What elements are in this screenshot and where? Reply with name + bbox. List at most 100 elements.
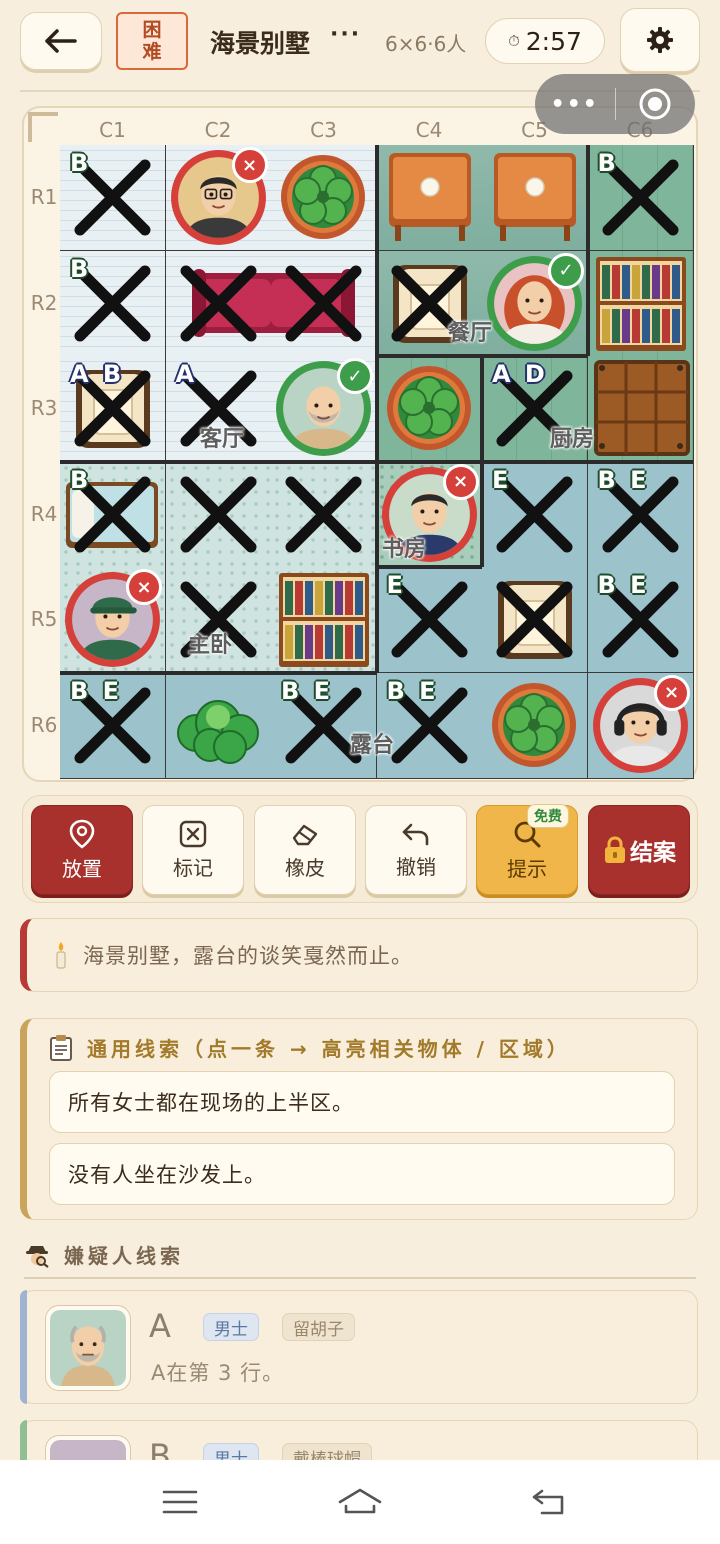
cross-mark — [180, 476, 256, 552]
wrong-mark-icon: × — [126, 569, 162, 605]
grid-cell-r1c1[interactable]: B — [60, 145, 165, 250]
grid-cell-r5c6[interactable]: B E — [587, 567, 693, 672]
solve-label: 结案 — [630, 840, 676, 866]
column-label: C3 — [310, 118, 337, 142]
suspect-clues-header: 嫌疑人线索 — [24, 1240, 184, 1269]
chair-object — [498, 581, 572, 659]
row-label: R2 — [30, 290, 58, 315]
more-dots: ··· — [330, 22, 362, 47]
hint-button[interactable]: 免费 提示 — [476, 804, 578, 895]
grid-cell-r1c5[interactable] — [482, 145, 587, 250]
place-label: 放置 — [62, 856, 102, 881]
grid-cell-r5c4[interactable]: E — [376, 567, 482, 672]
grid-cell-r3c6[interactable] — [587, 356, 693, 461]
grid-cell-r6c1[interactable]: B E — [60, 672, 165, 778]
record-circle-icon[interactable] — [616, 87, 696, 121]
room-label: 书房 — [382, 537, 427, 562]
avatar — [45, 1305, 131, 1391]
narration-text: 海景别墅，露台的谈笑戛然而止。 — [83, 944, 413, 968]
general-clue-item[interactable]: 所有女士都在现场的上半区。 — [49, 1071, 675, 1133]
bookshelf-object — [279, 573, 369, 667]
difficulty-label: 困难 — [142, 19, 162, 63]
suspect-clue: A在第 3 行。 — [151, 1361, 285, 1385]
wrong-mark-icon: × — [653, 674, 690, 711]
eraser-button[interactable]: 橡皮 — [254, 805, 356, 895]
undo-label: 撤销 — [396, 854, 436, 879]
trait-tag: 留胡子 — [282, 1313, 355, 1341]
grid-cell-r2c1[interactable]: B — [60, 250, 165, 356]
suspect-tag: A — [175, 360, 198, 388]
grid-cell-r4c3[interactable] — [271, 461, 376, 567]
system-navigation-bar — [0, 1460, 720, 1544]
suspect-tag: A D — [492, 360, 548, 388]
room-border — [374, 145, 379, 462]
level-title: 海景别墅 — [210, 29, 311, 58]
back-button[interactable] — [20, 12, 102, 70]
timer-value: 2:57 — [525, 26, 582, 56]
wrong-mark-icon: × — [442, 463, 479, 500]
table-object — [388, 153, 471, 241]
undo-icon — [402, 823, 429, 845]
room-border — [585, 145, 590, 356]
row-label: R4 — [30, 501, 58, 526]
suspect-tag: B E — [597, 571, 650, 599]
suspect-tag: E — [386, 571, 406, 599]
suspect-card-a[interactable]: A 男士 留胡子 A在第 3 行。 — [20, 1290, 698, 1404]
grid-cell-r3c4[interactable] — [376, 356, 482, 461]
general-clues-title: 通用线索（点一条 → 高亮相关物体 / 区域） — [87, 1037, 571, 1061]
bush-object — [176, 699, 259, 764]
grid-cell-r2c3[interactable] — [271, 250, 376, 356]
candle-icon — [56, 942, 66, 969]
room-border — [480, 461, 484, 567]
difficulty-badge: 困难 — [116, 12, 188, 70]
grid-cell-r5c5[interactable] — [482, 567, 587, 672]
grid-cell-r6c3[interactable]: B E — [271, 672, 376, 778]
three-dots-icon[interactable]: ••• — [535, 92, 615, 117]
grid-cell-r1c3[interactable] — [271, 145, 376, 250]
back-arrow-icon — [45, 29, 77, 53]
grid-cell-r1c6[interactable]: B — [587, 145, 693, 250]
grid-cell-r4c1[interactable]: B — [60, 461, 165, 567]
suspect-clues-title: 嫌疑人线索 — [64, 1244, 184, 1268]
menu-icon[interactable] — [150, 1482, 210, 1522]
stopwatch-icon: ⏱ — [508, 32, 520, 50]
grid-cell-r3c1[interactable]: A B — [60, 356, 165, 461]
room-border — [376, 565, 482, 569]
room-label: 主卧 — [188, 633, 233, 658]
grid-cell-r5c3[interactable] — [271, 567, 376, 672]
grid-cell-r6c4[interactable]: B E — [376, 672, 482, 778]
eraser-icon — [292, 824, 318, 845]
mark-button[interactable]: 标记 — [142, 805, 244, 895]
plant-object — [281, 155, 365, 239]
tool-bar: 放置 标记 橡皮 撤销 免费 提示 结案 — [22, 795, 698, 903]
place-button[interactable]: 放置 — [31, 805, 133, 895]
suspect-tag: A B — [70, 360, 125, 388]
grid-cell-r4c2[interactable] — [165, 461, 271, 567]
grid-cell-r4c6[interactable]: B E — [587, 461, 693, 567]
bookshelf-object — [595, 256, 686, 351]
mini-program-capsule: ••• — [535, 74, 695, 134]
grid-cell-r4c5[interactable]: E — [482, 461, 587, 567]
suspect-letter: A — [149, 1307, 171, 1345]
solve-button[interactable]: 结案 — [588, 805, 690, 895]
settings-button[interactable] — [620, 8, 700, 72]
general-clue-item[interactable]: 没有人坐在沙发上。 — [49, 1143, 675, 1205]
suspect-accent — [20, 1290, 27, 1404]
bald-bearded-man-portrait — [50, 1310, 126, 1386]
home-icon[interactable] — [330, 1482, 390, 1522]
grid-cell-r2c2[interactable] — [165, 250, 271, 356]
general-clues-header: 通用线索（点一条 → 高亮相关物体 / 区域） — [49, 1033, 571, 1062]
cross-mark — [285, 476, 362, 552]
puzzle-grid: B × B B ✓ A B A ✓ A D B × E B E × E B E B E B E B E × 餐厅 客厅 厨房… — [60, 145, 694, 779]
grid-cell-r6c2[interactable] — [165, 672, 271, 778]
eraser-label: 橡皮 — [285, 855, 325, 880]
grid-cell-r6c5[interactable] — [482, 672, 587, 778]
suspect-tag: B — [597, 149, 619, 177]
undo-button[interactable]: 撤销 — [365, 805, 467, 895]
room-label: 露台 — [350, 733, 395, 758]
timer: ⏱ 2:57 — [485, 18, 605, 64]
plant-object — [492, 682, 576, 767]
grid-cell-r1c4[interactable] — [376, 145, 482, 250]
back-nav-icon[interactable] — [520, 1482, 580, 1522]
grid-cell-r2c6[interactable] — [587, 250, 693, 356]
